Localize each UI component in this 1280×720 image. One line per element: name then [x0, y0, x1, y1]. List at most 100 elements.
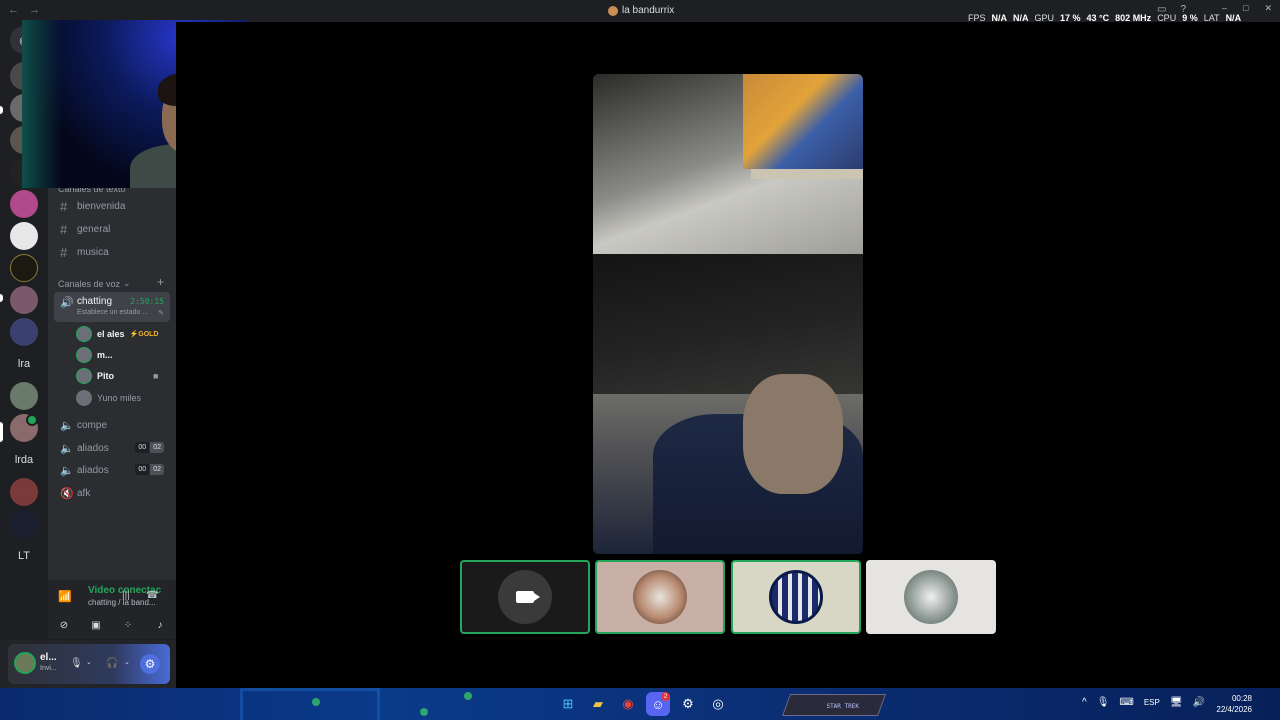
participant-tile[interactable] — [866, 560, 996, 634]
avatar — [76, 368, 92, 384]
avatar — [76, 326, 92, 342]
member-name: Yuno miles — [97, 393, 142, 403]
avatar — [76, 347, 92, 363]
voice-member[interactable]: Pito — [76, 367, 114, 385]
video-camera-icon: ■ — [153, 371, 159, 381]
clock[interactable]: 00:28 22/4/2026 — [1212, 693, 1252, 715]
soundboard-icon[interactable]: ♪ — [148, 616, 172, 634]
server-icon[interactable] — [10, 286, 38, 314]
back-button[interactable]: ← — [8, 4, 19, 16]
avatar — [76, 390, 92, 406]
steam-icon[interactable]: ⚙ — [676, 692, 700, 716]
avatar — [633, 570, 687, 624]
channel-name: compe — [77, 419, 108, 431]
system-tray: ^ 🎙 ⌨ ESP 🖥 🔊 — [1082, 697, 1205, 708]
focused-video-stream[interactable] — [593, 74, 863, 554]
close-icon[interactable]: ✕ — [1264, 3, 1272, 14]
server-icon[interactable] — [10, 382, 38, 410]
signal-icon[interactable]: 📶 — [58, 590, 72, 603]
hash-icon: # — [60, 221, 68, 237]
voice-member[interactable]: m... — [76, 346, 113, 364]
channel-name: aliados — [77, 464, 109, 476]
channel-name: afk — [77, 487, 91, 499]
server-icon-lrda[interactable]: lrda — [10, 446, 38, 474]
server-icon[interactable] — [10, 318, 38, 346]
settings-gear-icon[interactable]: ⚙ — [140, 654, 160, 674]
channel-name: general — [77, 223, 111, 235]
voice-channel-chatting[interactable]: 🔊 chatting 2:50:15 Establece un estado .… — [54, 292, 170, 322]
voice-member[interactable]: el ales ⚡GOLD — [76, 325, 158, 343]
unread-indicator — [0, 106, 3, 114]
channel-name: chatting — [77, 296, 113, 307]
user-count: 00 02 — [135, 464, 164, 475]
start-menu-icon[interactable]: ⊞ — [556, 692, 580, 716]
channel-bienvenida[interactable]: # bienvenida — [54, 196, 170, 216]
language-indicator[interactable]: ESP — [1144, 698, 1160, 707]
video-frame-region — [743, 374, 843, 494]
maximize-icon[interactable]: □ — [1243, 3, 1248, 14]
microphone-icon[interactable]: 🎙 — [1097, 697, 1110, 708]
voice-member[interactable]: Yuno miles — [76, 389, 141, 407]
wallpaper-text: STAR TREK — [826, 703, 859, 710]
server-icon[interactable] — [10, 510, 38, 538]
voice-category[interactable]: Canales de voz ⌄ — [58, 278, 131, 289]
user-status: Invi... — [40, 665, 57, 672]
title-bar: ← → la bandurrix ▭ ? – □ ✕ FPS N/A N/A G… — [0, 0, 1280, 23]
server-initials: lrda — [14, 454, 34, 466]
pencil-icon[interactable]: ✎ — [158, 309, 164, 317]
category-label: Canales de voz — [58, 278, 121, 289]
voice-actions: ⊘ ▣ ⁘ ♪ — [48, 616, 176, 634]
channel-musica[interactable]: # musica — [54, 242, 170, 262]
headphones-icon[interactable]: 🎧 — [106, 658, 118, 669]
member-name: Pito — [97, 371, 114, 381]
participant-tile[interactable] — [731, 560, 861, 634]
avatar[interactable] — [14, 652, 36, 674]
discord-icon[interactable]: ☺ 2 — [646, 692, 670, 716]
server-icon[interactable] — [10, 254, 38, 282]
chevron-up-icon[interactable]: ^ — [1082, 697, 1087, 708]
user-count: 00 02 — [135, 442, 164, 453]
keyboard-icon[interactable]: ⌨ — [1119, 697, 1133, 708]
network-icon[interactable]: 🖥 — [1170, 697, 1183, 708]
noise-suppression-icon[interactable]: ||| — [122, 590, 130, 601]
nav-controls: ← → — [8, 4, 40, 16]
volume-icon[interactable]: 🔊 — [1193, 697, 1205, 708]
add-channel-button[interactable]: + — [157, 275, 164, 289]
voice-channel-aliados[interactable]: 🔈 aliados 00 02 — [54, 438, 170, 458]
channel-status[interactable]: Establece un estado ... — [77, 309, 148, 316]
chevron-down-icon[interactable]: ⌄ — [124, 658, 130, 666]
screen-share-icon[interactable]: ▣ — [84, 616, 108, 634]
user-count-limit: 02 — [150, 442, 164, 453]
server-icon-lt[interactable]: LT — [10, 542, 38, 570]
server-icon[interactable] — [10, 190, 38, 218]
participant-tile[interactable] — [460, 560, 590, 634]
server-icon[interactable] — [10, 478, 38, 506]
disconnect-icon[interactable]: ☎ — [146, 590, 158, 601]
camera-off-icon[interactable]: ⊘ — [52, 616, 76, 634]
server-initials: lra — [17, 358, 31, 370]
server-icon-lra[interactable]: lra — [10, 350, 38, 378]
window-title: la bandurrix — [608, 5, 674, 16]
microphone-icon[interactable]: 🎙 — [70, 658, 83, 669]
wallpaper-decoration — [240, 688, 380, 720]
server-icon[interactable] — [10, 222, 38, 250]
voice-channel-compe[interactable]: 🔈 compe — [54, 415, 170, 435]
channel-name: musica — [77, 246, 109, 258]
wallpaper-decoration — [420, 708, 428, 716]
chrome-icon[interactable]: ◉ — [616, 692, 640, 716]
participant-tile[interactable] — [595, 560, 725, 634]
forward-button[interactable]: → — [29, 4, 40, 16]
app-icon[interactable]: ◎ — [706, 692, 730, 716]
username[interactable]: el... — [40, 652, 57, 663]
hash-icon: # — [60, 198, 68, 214]
file-explorer-icon[interactable]: ▰ — [586, 692, 610, 716]
chevron-down-icon[interactable]: ⌄ — [86, 658, 92, 666]
video-frame-region — [743, 74, 863, 169]
voice-channel-aliados-2[interactable]: 🔈 aliados 00 02 — [54, 460, 170, 480]
voice-channel-afk[interactable]: 🔇 afk — [54, 483, 170, 503]
channel-name: aliados — [77, 442, 109, 454]
activities-icon[interactable]: ⁘ — [116, 616, 140, 634]
speaker-icon: 🔇 — [60, 487, 74, 500]
voice-badge — [26, 414, 38, 426]
channel-general[interactable]: # general — [54, 219, 170, 239]
